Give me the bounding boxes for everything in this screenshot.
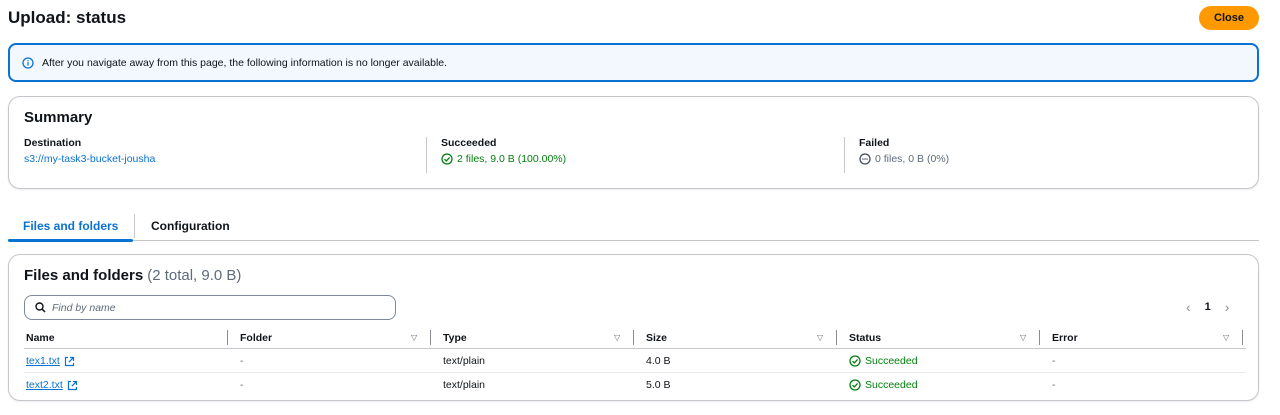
search-box[interactable] xyxy=(24,295,396,320)
sort-down-icon[interactable]: ▽ xyxy=(817,333,823,342)
column-header-type[interactable]: Type xyxy=(443,332,467,344)
succeeded-label: Succeeded xyxy=(441,137,497,149)
file-link[interactable]: tex1.txt xyxy=(26,355,60,367)
folder-cell: - xyxy=(240,355,244,367)
size-cell: 5.0 B xyxy=(646,379,671,391)
column-resizer[interactable] xyxy=(1242,330,1243,345)
check-circle-icon xyxy=(849,355,865,367)
pagination: ‹ 1 › xyxy=(1186,299,1229,315)
destination-label: Destination xyxy=(24,137,82,149)
sort-down-icon[interactable]: ▽ xyxy=(411,333,417,342)
destination-column: Destination s3://my-task3-bucket-jousha xyxy=(24,137,155,165)
close-button[interactable]: Close xyxy=(1199,6,1259,30)
sort-down-icon[interactable]: ▽ xyxy=(614,333,620,342)
files-title: Files and folders (2 total, 9.0 B) xyxy=(24,267,241,284)
failed-value: 0 files, 0 B (0%) xyxy=(875,153,950,165)
size-cell: 4.0 B xyxy=(646,355,671,367)
failed-label: Failed xyxy=(859,137,890,149)
column-resizer[interactable] xyxy=(633,330,634,345)
external-link-icon[interactable] xyxy=(67,380,78,391)
file-link[interactable]: text2.txt xyxy=(26,379,63,391)
summary-divider xyxy=(426,137,427,173)
files-count: (2 total, 9.0 B) xyxy=(147,267,242,284)
summary-divider xyxy=(844,137,845,173)
folder-cell: - xyxy=(240,379,244,391)
column-header-name[interactable]: Name xyxy=(26,332,55,344)
column-resizer[interactable] xyxy=(227,330,228,345)
external-link-icon[interactable] xyxy=(64,356,75,367)
destination-link[interactable]: s3://my-task3-bucket-jousha xyxy=(24,153,155,165)
check-circle-icon xyxy=(849,379,865,391)
page-number[interactable]: 1 xyxy=(1205,301,1211,313)
info-icon xyxy=(22,56,34,69)
error-cell: - xyxy=(1052,355,1056,367)
tab-files-and-folders[interactable]: Files and folders xyxy=(8,210,134,242)
column-resizer[interactable] xyxy=(1039,330,1040,345)
column-header-error[interactable]: Error xyxy=(1052,332,1078,344)
info-alert: After you navigate away from this page, … xyxy=(8,43,1259,82)
minus-circle-icon xyxy=(859,153,875,165)
column-header-folder[interactable]: Folder xyxy=(240,332,272,344)
error-cell: - xyxy=(1052,379,1056,391)
table-row: tex1.txt - text/plain 4.0 B Succeeded - xyxy=(24,349,1246,373)
column-resizer[interactable] xyxy=(430,330,431,345)
chevron-left-icon[interactable]: ‹ xyxy=(1186,299,1191,315)
sort-down-icon[interactable]: ▽ xyxy=(1223,333,1229,342)
sort-down-icon[interactable]: ▽ xyxy=(1020,333,1026,342)
succeeded-column: Succeeded 2 files, 9.0 B (100.00%) xyxy=(441,137,566,165)
chevron-right-icon[interactable]: › xyxy=(1225,299,1230,315)
succeeded-value: 2 files, 9.0 B (100.00%) xyxy=(457,153,567,165)
column-resizer[interactable] xyxy=(836,330,837,345)
summary-title: Summary xyxy=(24,109,93,126)
search-input[interactable] xyxy=(52,301,372,314)
status-cell: Succeeded xyxy=(849,355,918,367)
column-header-size[interactable]: Size xyxy=(646,332,667,344)
files-panel: Files and folders(2 total, 9.0 B) ‹ 1 › … xyxy=(8,254,1259,401)
files-title-text: Files and folders xyxy=(24,267,144,284)
page-title: Upload: status xyxy=(8,8,127,27)
column-header-status[interactable]: Status xyxy=(849,332,881,344)
tab-bar: Files and folders Configuration xyxy=(8,210,1259,242)
type-cell: text/plain xyxy=(443,355,486,367)
alert-text: After you navigate away from this page, … xyxy=(42,56,448,69)
tab-configuration[interactable]: Configuration xyxy=(151,210,230,241)
search-icon xyxy=(35,302,46,313)
status-text: Succeeded xyxy=(865,379,918,391)
table-row: text2.txt - text/plain 5.0 B Succeeded - xyxy=(24,373,1246,397)
tab-divider xyxy=(134,214,135,238)
table-header: Name Folder ▽ Type ▽ Size ▽ Status ▽ Err… xyxy=(24,327,1246,349)
status-cell: Succeeded xyxy=(849,379,918,391)
type-cell: text/plain xyxy=(443,379,486,391)
check-circle-icon xyxy=(441,153,457,165)
summary-panel: Summary Destination s3://my-task3-bucket… xyxy=(8,96,1259,189)
status-text: Succeeded xyxy=(865,355,918,367)
files-table: Name Folder ▽ Type ▽ Size ▽ Status ▽ Err… xyxy=(24,327,1246,397)
failed-column: Failed 0 files, 0 B (0%) xyxy=(859,137,949,165)
